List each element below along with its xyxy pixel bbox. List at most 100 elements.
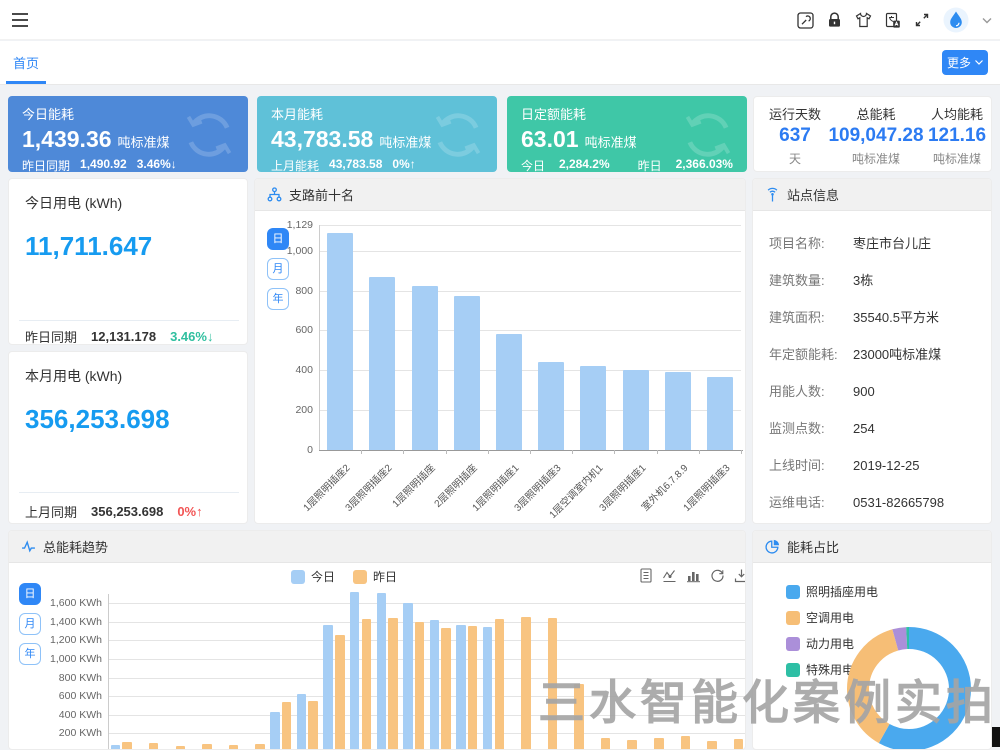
summary-stats-panel: 运行天数 637 天 总能耗 109,047.28 吨标准煤 人均能耗 121.…	[753, 96, 992, 172]
site-info-row: 项目名称:枣庄市台儿庄	[769, 223, 981, 260]
divider	[19, 320, 239, 321]
more-button[interactable]: 更多	[942, 50, 988, 75]
legend-item-空调用电[interactable]: 空调用电	[786, 609, 878, 626]
bar-yesterday	[468, 626, 478, 750]
y-axis-tick-label: 800 KWh	[44, 672, 102, 684]
site-info-row: 建筑面积:35540.5平方米	[769, 297, 981, 334]
y-axis-tick-label: 1,600 KWh	[44, 597, 102, 609]
bar-yesterday	[548, 618, 558, 750]
y-axis-tick-label: 1,400 KWh	[44, 616, 102, 628]
kpi-sub-value: 1,490.92	[80, 157, 127, 172]
chevron-down-icon	[975, 60, 983, 65]
site-info-row: 建筑数量:3栋	[769, 260, 981, 297]
site-info-row: 年定额能耗:23000吨标准煤	[769, 334, 981, 371]
panel-header: 站点信息	[753, 179, 991, 211]
dashboard-root: 首页 更多 今日能耗 1,439.36吨标准煤 昨日同期1,490.923.46…	[0, 0, 1000, 750]
y-axis-tick-label: 600	[257, 324, 313, 336]
bar	[496, 334, 522, 450]
tools-icon[interactable]	[797, 12, 814, 29]
compare-label: 上月同期	[25, 502, 77, 521]
legend-swatch	[786, 637, 800, 651]
legend-item-照明插座用电[interactable]: 照明插座用电	[786, 583, 878, 600]
x-axis-tick	[361, 450, 362, 454]
x-axis-tick	[488, 450, 489, 454]
fullscreen-icon[interactable]	[914, 12, 930, 28]
stat-value: 109,047.28	[824, 125, 928, 147]
bar-today	[270, 712, 280, 750]
compare-delta: 3.46%↓	[170, 329, 213, 344]
kpi-unit: 吨标准煤	[585, 135, 637, 150]
water-drop-logo[interactable]	[943, 7, 969, 33]
bar-yesterday	[441, 628, 451, 750]
legend-label: 空调用电	[806, 609, 854, 626]
gridline	[108, 640, 746, 641]
energy-trend-panel: 总能耗趋势 日月年 今日昨日 1,600 KWh1,400 KWh1,200 K…	[8, 530, 746, 750]
y-axis-line	[108, 594, 109, 750]
kpi-unit: 吨标准煤	[379, 135, 431, 150]
site-info-value: 0531-82665798	[853, 495, 944, 510]
bar-today	[483, 627, 493, 750]
y-axis-tick-label: 400 KWh	[44, 709, 102, 721]
theme-shirt-icon[interactable]	[855, 12, 872, 28]
site-info-row: 上线时间:2019-12-25	[769, 445, 981, 482]
site-info-label: 建筑面积:	[769, 307, 853, 326]
site-info-label: 上线时间:	[769, 455, 853, 474]
bar-yesterday	[202, 744, 212, 750]
gridline	[319, 251, 741, 252]
recycle-icon	[679, 106, 737, 164]
y-axis-tick-label: 1,000	[257, 245, 313, 257]
kpi-sub-value: 2,284.2%	[559, 157, 610, 172]
bar-yesterday	[654, 738, 664, 750]
site-info-label: 运维电话:	[769, 492, 853, 511]
bar	[665, 372, 691, 450]
x-axis-line	[319, 450, 743, 451]
antenna-icon	[765, 187, 780, 202]
stat-label: 总能耗	[824, 104, 928, 123]
usage-title: 本月用电 (kWh)	[25, 366, 122, 386]
chevron-down-icon[interactable]	[982, 17, 992, 24]
bar-yesterday	[681, 736, 691, 750]
legend-label: 照明插座用电	[806, 583, 878, 600]
bar	[412, 286, 438, 450]
bar-today	[377, 593, 387, 750]
site-info-value: 900	[853, 384, 875, 399]
bar-yesterday	[521, 617, 531, 750]
site-info-label: 监测点数:	[769, 418, 853, 437]
bar-today	[456, 625, 466, 750]
month-electricity-card: 本月用电 (kWh) 356,253.698 上月同期 356,253.698 …	[8, 351, 248, 524]
y-axis-tick-label: 600 KWh	[44, 690, 102, 702]
legend-swatch	[786, 611, 800, 625]
stat-unit: 吨标准煤	[824, 150, 928, 167]
bar-yesterday	[574, 684, 584, 750]
usage-value: 11,711.647	[25, 231, 152, 262]
energy-share-donut	[839, 627, 979, 750]
divider	[19, 492, 239, 493]
lock-icon[interactable]	[827, 12, 842, 28]
bar	[623, 370, 649, 450]
site-info-value: 23000吨标准煤	[853, 344, 941, 363]
x-axis-tick	[614, 450, 615, 454]
x-axis-tick	[446, 450, 447, 454]
stat-unit: 天	[760, 150, 830, 167]
bar-yesterday	[255, 744, 265, 750]
bar-yesterday	[627, 740, 637, 750]
branch-top10-panel: 支路前十名 日月年 1,1291,00080060040020001层照明插座2…	[254, 178, 746, 524]
bar-today	[350, 592, 360, 750]
language-card-icon[interactable]	[885, 12, 901, 29]
branch-top10-chart: 1,1291,00080060040020001层照明插座23层照明插座21层照…	[255, 179, 745, 523]
kpi-sub-value: 43,783.58	[329, 157, 382, 172]
compare-value: 356,253.698	[91, 504, 163, 519]
kpi-sub-label2: 昨日占比:	[638, 157, 666, 172]
y-axis-tick-label: 400	[257, 364, 313, 376]
compare-delta: 0%↑	[177, 504, 202, 519]
menu-icon[interactable]	[12, 13, 28, 32]
kpi-sub-label: 昨日同期	[22, 157, 70, 172]
panel-title: 能耗占比	[787, 537, 839, 556]
bar	[580, 366, 606, 450]
bar	[538, 362, 564, 450]
site-info-label: 项目名称:	[769, 233, 853, 252]
site-info-value: 2019-12-25	[853, 458, 920, 473]
kpi-sub-label: 上月能耗	[271, 157, 319, 172]
tab-home[interactable]: 首页	[6, 41, 46, 84]
gridline	[108, 733, 746, 734]
